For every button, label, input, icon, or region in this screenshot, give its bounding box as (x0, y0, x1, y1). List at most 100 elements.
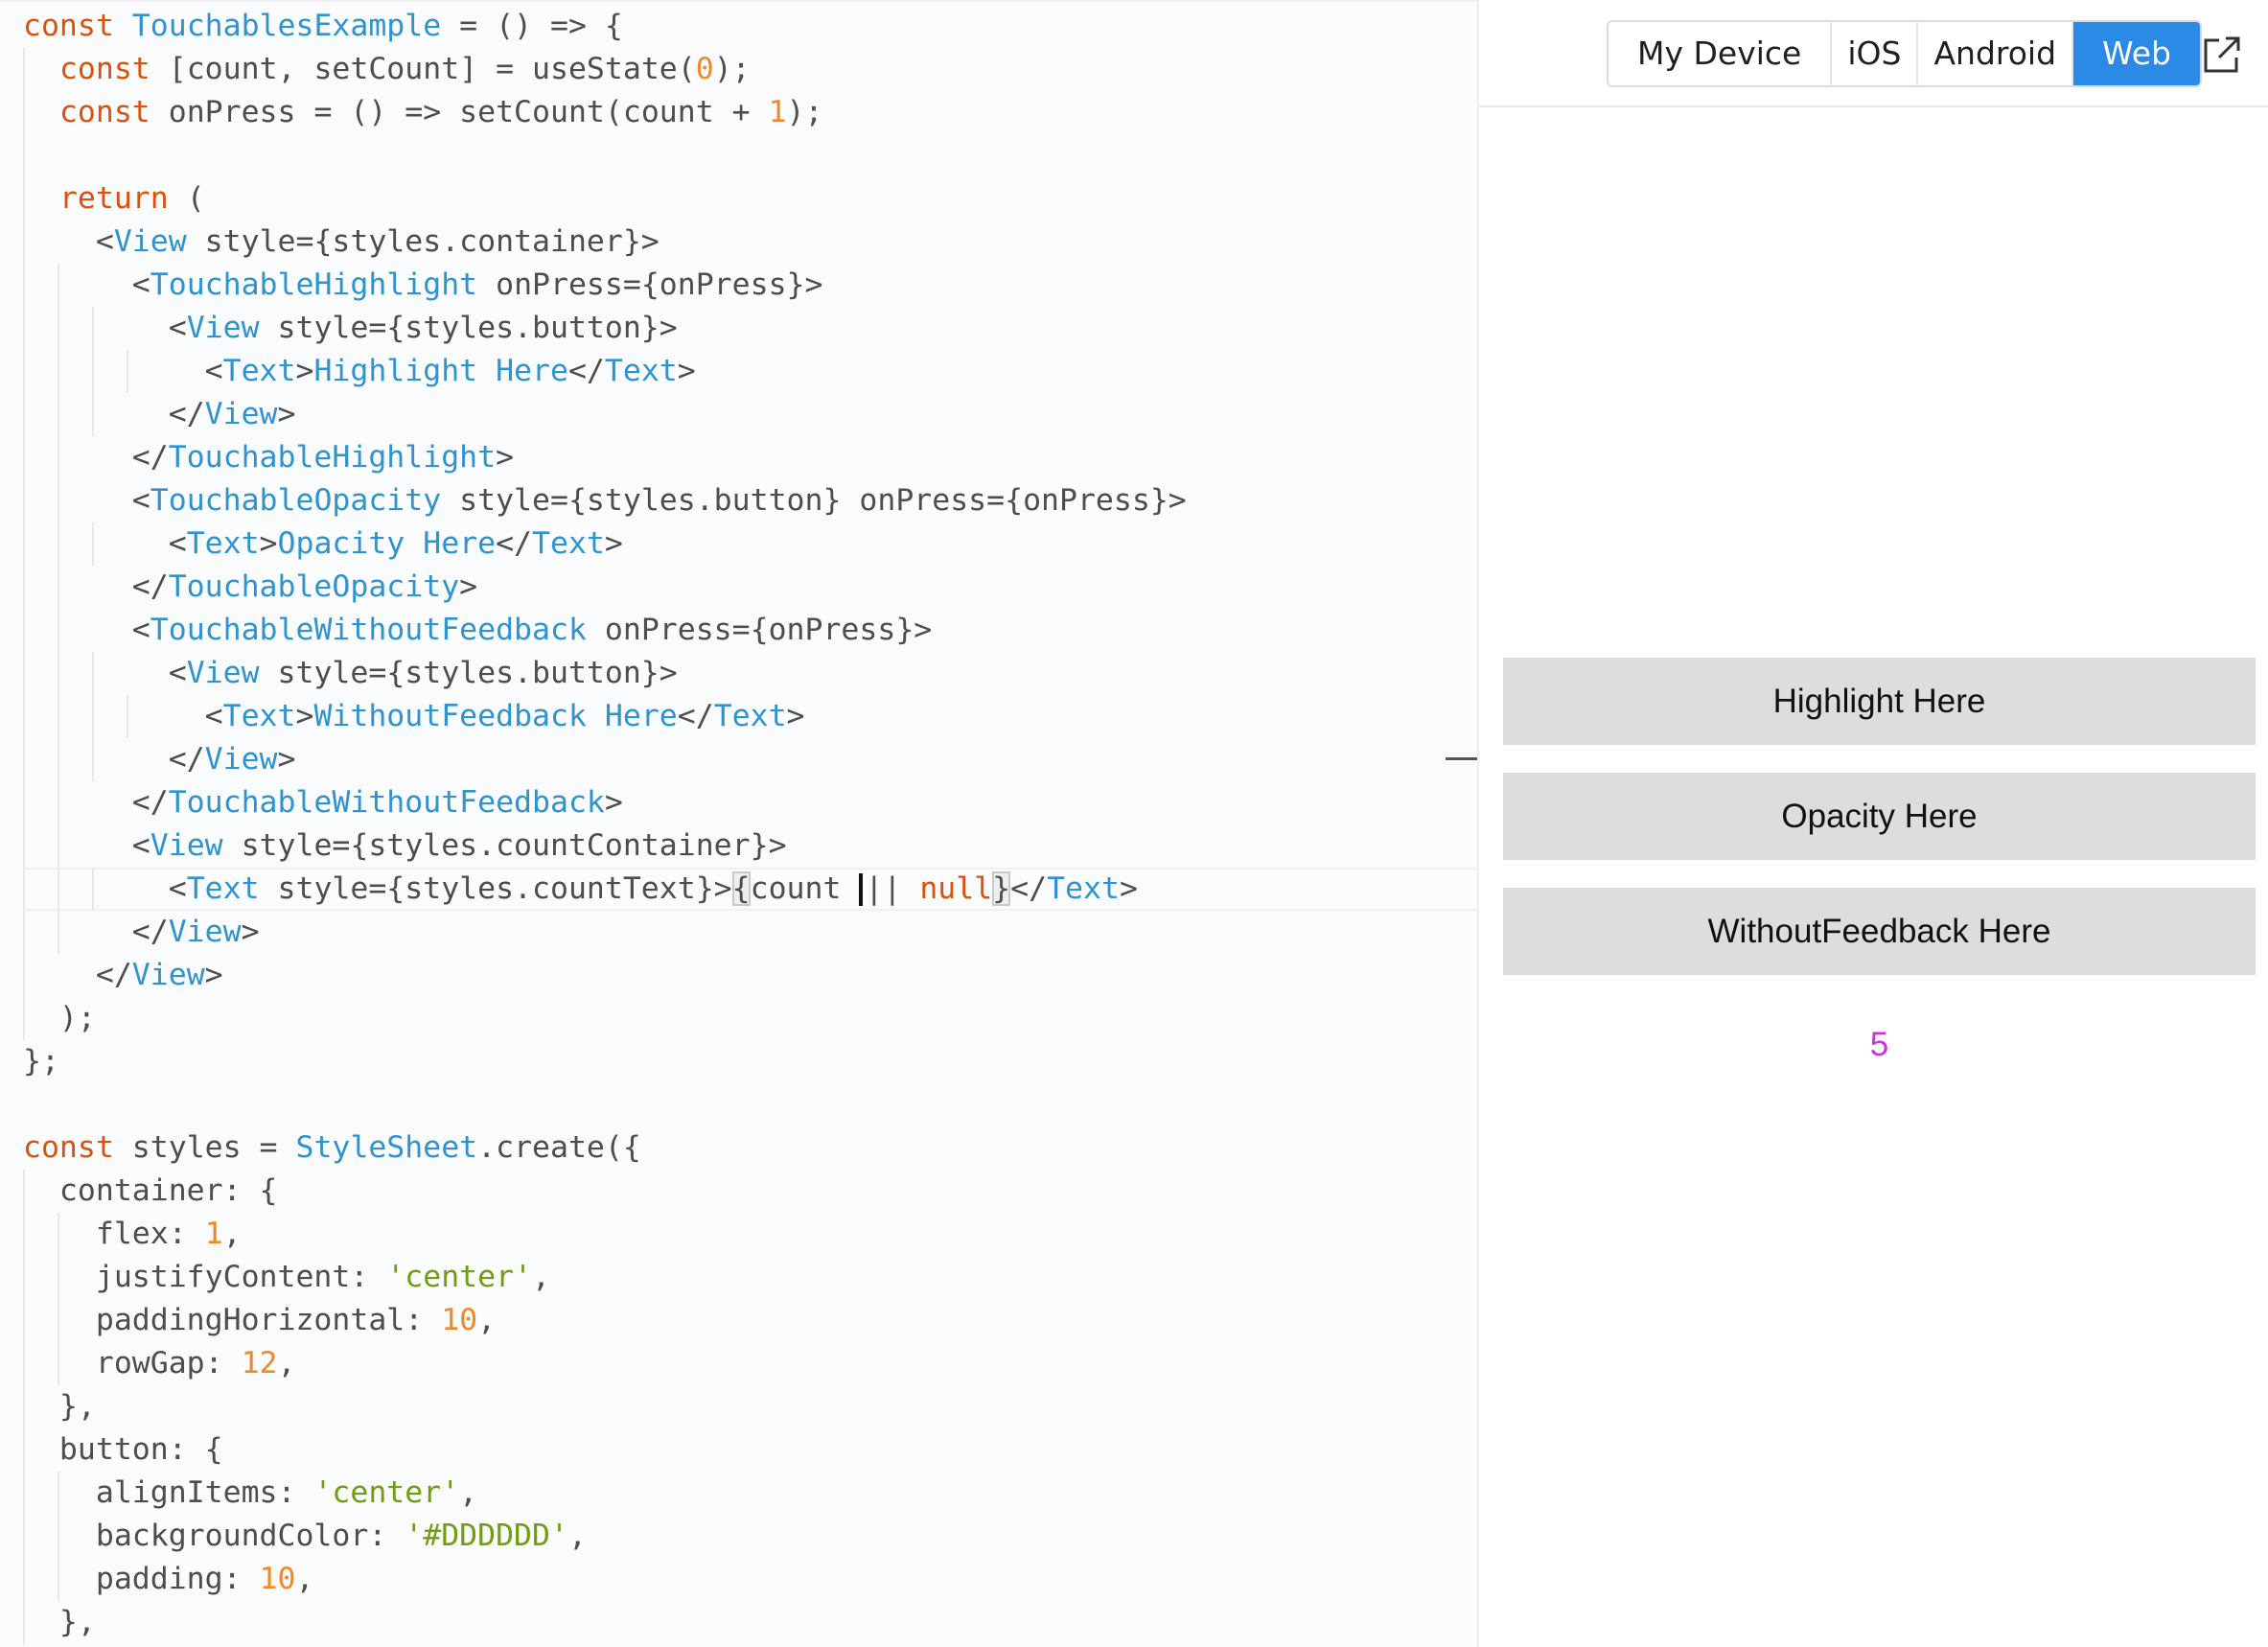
code-token: View (204, 397, 278, 431)
code-line[interactable]: </View> (23, 911, 260, 954)
code-token: < (23, 871, 187, 906)
code-token: [count, setCount] = useState( (168, 52, 696, 86)
code-token: </ (1010, 871, 1048, 906)
code-token: styles = (131, 1130, 296, 1165)
code-token: View (168, 915, 242, 949)
code-line[interactable]: flex: 1, (23, 1213, 242, 1256)
code-token: 10 (259, 1562, 296, 1596)
text-cursor (859, 873, 864, 906)
opacity-button[interactable]: Opacity Here (1503, 773, 2256, 860)
preview-header: My Device iOS Android Web (1479, 0, 2268, 107)
code-line[interactable]: <Text>Opacity Here</Text> (23, 522, 623, 566)
code-token: > (204, 958, 223, 992)
code-token: </ (677, 699, 714, 733)
code-line[interactable]: <TouchableOpacity style={styles.button} … (23, 479, 1187, 522)
code-token: .create({ (477, 1130, 641, 1165)
code-token: Text (222, 354, 296, 388)
highlight-button-label: Highlight Here (1772, 682, 1986, 720)
platform-android[interactable]: Android (1918, 22, 2074, 85)
code-line[interactable]: rowGap: 12, (23, 1342, 296, 1385)
code-line[interactable]: </View> (23, 393, 296, 436)
count-text: 5 (1869, 1026, 1889, 1063)
code-token: justifyContent: (23, 1260, 387, 1294)
code-token: TouchableHighlight (150, 267, 478, 302)
code-line[interactable]: paddingHorizontal: 10, (23, 1299, 496, 1342)
platform-web[interactable]: Web (2073, 22, 2200, 85)
code-line[interactable]: </TouchableHighlight> (23, 436, 514, 479)
code-token: > (604, 785, 623, 820)
code-line[interactable]: <TouchableHighlight onPress={onPress}> (23, 264, 823, 307)
code-token: StyleSheet (295, 1130, 478, 1165)
code-line[interactable]: }; (23, 1040, 59, 1083)
code-token: || (865, 871, 920, 906)
code-line[interactable]: <Text>WithoutFeedback Here</Text> (23, 695, 805, 738)
code-token: , (222, 1217, 242, 1251)
code-token: < (23, 354, 223, 388)
code-line[interactable]: const [count, setCount] = useState(0); (23, 48, 751, 91)
code-token: Highlight Here (313, 354, 568, 388)
code-token: button: { (23, 1432, 223, 1467)
code-token: View (186, 656, 260, 690)
code-line[interactable]: <View style={styles.container}> (23, 220, 660, 264)
code-token: View (150, 828, 223, 863)
code-token: backgroundColor: (23, 1519, 405, 1553)
code-token: onPress={onPress}> (477, 267, 823, 302)
code-line[interactable]: backgroundColor: '#DDDDDD', (23, 1515, 587, 1558)
code-token: < (23, 267, 150, 302)
platform-toggle: My Device iOS Android Web (1607, 20, 2202, 87)
code-token: </ (23, 785, 169, 820)
preview-pane: My Device iOS Android Web Highlight Here… (1479, 0, 2268, 1647)
code-line[interactable]: </TouchableOpacity> (23, 566, 477, 609)
code-line[interactable]: </TouchableWithoutFeedback> (23, 781, 623, 824)
editor-top-border (0, 0, 1478, 2)
active-code-line[interactable]: <Text style={styles.countText}>{count ||… (23, 868, 1138, 911)
code-token: ); (23, 1001, 96, 1035)
code-line[interactable]: <View style={styles.countContainer}> (23, 824, 787, 868)
code-token: > (604, 526, 623, 561)
code-token: < (23, 224, 114, 259)
code-token: alignItems: (23, 1475, 314, 1510)
external-link-icon[interactable] (2200, 33, 2244, 77)
code-line[interactable]: container: { (23, 1170, 278, 1213)
code-line[interactable]: alignItems: 'center', (23, 1472, 477, 1515)
code-editor[interactable]: const TouchablesExample = () => { const … (0, 0, 1478, 1647)
code-token: 1 (768, 95, 787, 129)
code-line[interactable]: <TouchableWithoutFeedback onPress={onPre… (23, 609, 932, 652)
code-token: > (1119, 871, 1138, 906)
code-line[interactable]: button: { (23, 1428, 223, 1472)
code-token: TouchableHighlight (168, 440, 497, 475)
code-token: < (23, 699, 223, 733)
code-line[interactable]: return ( (23, 177, 205, 220)
code-line[interactable]: <Text>Highlight Here</Text> (23, 350, 696, 393)
code-line[interactable]: }, (23, 1385, 96, 1428)
code-token: const (23, 1130, 132, 1165)
platform-my-device[interactable]: My Device (1608, 22, 1833, 85)
code-token: > (677, 354, 696, 388)
code-line[interactable]: const TouchablesExample = () => { (23, 5, 623, 48)
code-line[interactable]: </View> (23, 738, 296, 781)
code-line[interactable]: ); (23, 997, 96, 1040)
code-token: , (277, 1346, 296, 1380)
code-line[interactable]: justifyContent: 'center', (23, 1256, 550, 1299)
code-token: 10 (441, 1303, 478, 1337)
code-line[interactable]: }, (23, 1601, 96, 1644)
code-token: </ (23, 440, 169, 475)
code-line[interactable]: <View style={styles.button}> (23, 307, 678, 350)
code-line[interactable]: </View> (23, 954, 223, 997)
platform-ios[interactable]: iOS (1832, 22, 1919, 85)
code-token: } (992, 871, 1011, 906)
code-token: WithoutFeedback Here (313, 699, 678, 733)
code-line[interactable]: padding: 10, (23, 1558, 314, 1601)
code-token: > (295, 699, 314, 733)
code-token: Opacity Here (277, 526, 497, 561)
code-line[interactable]: const onPress = () => setCount(count + 1… (23, 91, 823, 134)
code-line[interactable]: <View style={styles.button}> (23, 652, 678, 695)
code-token: , (459, 1475, 478, 1510)
scroll-marker[interactable] (1446, 757, 1478, 760)
without-feedback-button[interactable]: WithoutFeedback Here (1503, 888, 2256, 975)
code-line[interactable]: const styles = StyleSheet.create({ (23, 1126, 641, 1170)
highlight-button[interactable]: Highlight Here (1503, 658, 2256, 745)
code-token: < (23, 656, 187, 690)
code-token: </ (23, 742, 205, 777)
